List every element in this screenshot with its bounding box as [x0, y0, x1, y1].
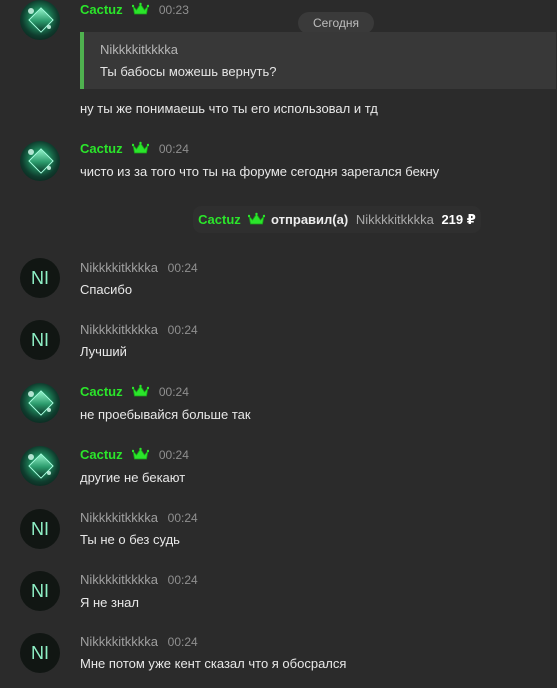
crown-icon: [132, 447, 150, 460]
crown-icon: [132, 384, 150, 397]
message-time: 00:24: [167, 635, 198, 649]
author-name[interactable]: Cactuz: [80, 384, 123, 399]
author-name[interactable]: Nikkkkitkkkka: [80, 322, 158, 337]
author-name[interactable]: Nikkkkitkkkka: [80, 572, 158, 587]
message-meta: Cactuz 00:23: [80, 2, 189, 18]
avatar[interactable]: NI: [20, 258, 60, 298]
message-time: 00:24: [167, 511, 198, 525]
sparkle-icon: [47, 166, 51, 170]
crown-icon: [132, 141, 150, 154]
message-text: Спасибо: [80, 282, 133, 297]
transfer-notice: Cactuz отправил(а) Nikkkkitkkkka 219 ₽: [193, 206, 481, 233]
message-text: Мне потом уже кент сказал что я обосралс…: [80, 656, 347, 671]
message-text: Лучший: [80, 344, 127, 359]
message-meta: Nikkkkitkkkka 00:24: [80, 322, 198, 338]
chat-messages: Сегодня Cactuz 00:23 Nikkkkitkkkka Ты ба…: [0, 0, 557, 688]
message-meta: Nikkkkitkkkka 00:24: [80, 572, 198, 588]
message-time: 00:24: [158, 448, 189, 462]
transfer-amount: 219 ₽: [441, 212, 476, 227]
avatar[interactable]: [20, 0, 60, 40]
reply-quote[interactable]: Nikkkkitkkkka Ты бабосы можешь вернуть?: [80, 32, 556, 89]
message-time: 00:24: [167, 261, 198, 275]
date-divider: Сегодня: [298, 12, 374, 34]
message-time: 00:24: [158, 142, 189, 156]
sparkle-icon: [47, 471, 51, 475]
message-meta: Nikkkkitkkkka 00:24: [80, 260, 198, 276]
crown-icon: [248, 212, 266, 225]
sparkle-icon: [28, 149, 34, 155]
message-text: чисто из за того что ты на форуме сегодн…: [80, 164, 440, 179]
transfer-from[interactable]: Cactuz: [198, 212, 241, 227]
message-time: 00:23: [158, 3, 189, 17]
author-name[interactable]: Nikkkkitkkkka: [80, 260, 158, 275]
message-meta: Cactuz 00:24: [80, 384, 189, 400]
message-meta: Cactuz 00:24: [80, 447, 189, 463]
sparkle-icon: [28, 391, 34, 397]
message-time: 00:24: [167, 323, 198, 337]
author-name[interactable]: Cactuz: [80, 141, 123, 156]
reply-author: Nikkkkitkkkka: [100, 42, 179, 57]
author-name[interactable]: Cactuz: [80, 447, 123, 462]
message-meta: Nikkkkitkkkka 00:24: [80, 510, 198, 526]
reply-text: Ты бабосы можешь вернуть?: [100, 64, 277, 79]
avatar[interactable]: NI: [20, 509, 60, 549]
message-text: ну ты же понимаешь что ты его использова…: [80, 101, 378, 116]
message-meta: Cactuz 00:24: [80, 141, 189, 157]
avatar[interactable]: [20, 383, 60, 423]
transfer-to[interactable]: Nikkkkitkkkka: [356, 212, 434, 227]
sparkle-icon: [47, 25, 51, 29]
message-time: 00:24: [158, 385, 189, 399]
avatar[interactable]: NI: [20, 571, 60, 611]
message-meta: Nikkkkitkkkka 00:24: [80, 634, 198, 650]
message-text: другие не бекают: [80, 470, 186, 485]
avatar[interactable]: NI: [20, 633, 60, 673]
crown-icon: [132, 2, 150, 15]
sparkle-icon: [28, 454, 34, 460]
author-name[interactable]: Cactuz: [80, 2, 123, 17]
message-time: 00:24: [167, 573, 198, 587]
message-text: не проебывайся больше так: [80, 407, 251, 422]
message-text: Ты не о без судь: [80, 532, 180, 547]
author-name[interactable]: Nikkkkitkkkka: [80, 634, 158, 649]
avatar[interactable]: NI: [20, 320, 60, 360]
transfer-action: отправил(а): [271, 212, 349, 227]
author-name[interactable]: Nikkkkitkkkka: [80, 510, 158, 525]
message-text: Я не знал: [80, 595, 139, 610]
sparkle-icon: [28, 8, 34, 14]
sparkle-icon: [47, 408, 51, 412]
avatar[interactable]: [20, 141, 60, 181]
avatar[interactable]: [20, 446, 60, 486]
